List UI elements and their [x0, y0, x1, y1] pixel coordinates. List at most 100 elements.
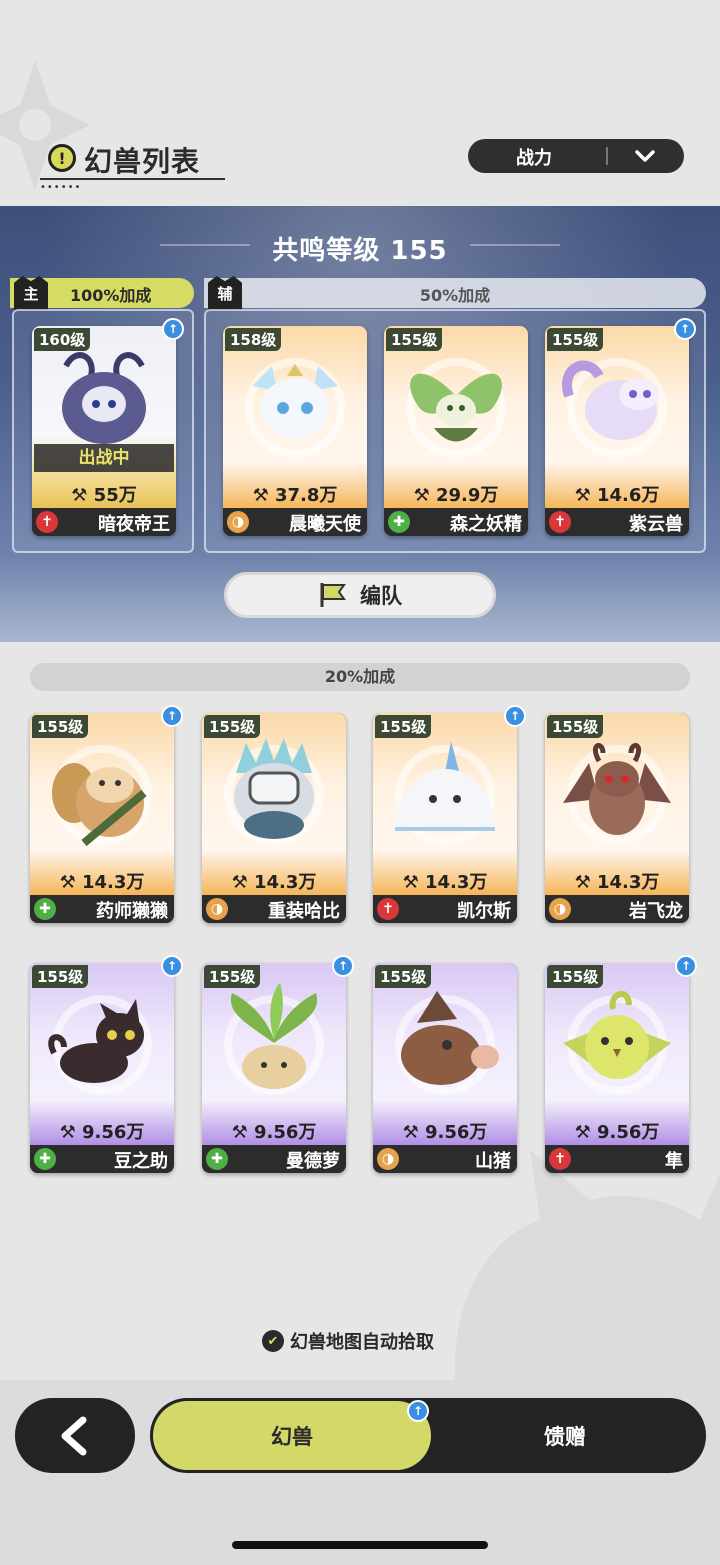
upgrade-arrow-icon[interactable]: ↑ — [674, 318, 696, 340]
upgrade-arrow-icon[interactable]: ↑ — [161, 955, 183, 977]
beast-power-value: 9.56万 — [253, 1122, 317, 1143]
tab-gifts[interactable]: 馈赠 — [450, 1398, 680, 1473]
beast-power-value: 14.6万 — [596, 485, 660, 506]
beast-level: 155级 — [547, 715, 604, 738]
beast-level: 155级 — [204, 715, 261, 738]
beast-power-value: 29.9万 — [435, 485, 499, 506]
beast-art — [202, 713, 346, 895]
beast-power-value: 9.56万 — [424, 1122, 488, 1143]
upgrade-arrow-icon[interactable]: ↑ — [504, 705, 526, 727]
support-role-icon: ✚ — [34, 898, 56, 920]
beast-name-bar: ◑ 岩飞龙 — [545, 895, 689, 923]
beast-art — [384, 326, 528, 508]
beast-name: 隼 — [665, 1151, 683, 1172]
beast-card-pool-2[interactable]: 155级 ⚒ 14.3万 ◑ 重装哈比 — [202, 713, 346, 923]
beast-name-bar: ✝ 凯尔斯 — [373, 895, 517, 923]
beast-name: 晨曦天使 — [289, 514, 361, 535]
sort-dropdown[interactable]: 战力 — [468, 139, 684, 173]
beast-card-main[interactable]: 160级 出战中 ⚒ 55万 ✝ 暗夜帝王 — [32, 326, 176, 536]
beast-card-pool-4[interactable]: 155级 ⚒ 14.3万 ◑ 岩飞龙 — [545, 713, 689, 923]
beast-level: 155级 — [204, 965, 261, 988]
beast-art — [373, 713, 517, 895]
upgrade-arrow-icon: ↑ — [407, 1400, 429, 1422]
upgrade-arrow-icon[interactable]: ↑ — [675, 955, 697, 977]
beast-portrait — [48, 999, 144, 1083]
beast-card-sub-3[interactable]: 155级 ⚒ 14.6万 ✝ 紫云兽 — [545, 326, 689, 536]
beast-power-value: 14.3万 — [424, 872, 488, 893]
beast-power: ⚒ 14.6万 — [574, 485, 660, 506]
sort-label: 战力 — [516, 148, 552, 169]
support-role-icon: ✚ — [206, 1148, 228, 1170]
flag-icon — [320, 583, 346, 607]
beast-art — [223, 326, 367, 508]
beast-power-value: 55万 — [93, 485, 137, 506]
upgrade-arrow-icon[interactable]: ↑ — [332, 955, 354, 977]
beast-art — [30, 713, 174, 895]
beast-name: 凯尔斯 — [457, 901, 511, 922]
auto-pickup-toggle[interactable]: ✔ 幻兽地图自动拾取 — [262, 1328, 482, 1354]
beast-portrait — [52, 763, 147, 847]
beast-portrait — [395, 741, 495, 831]
resonance-level: 共鸣等级 155 — [272, 236, 448, 266]
team-formation-button[interactable]: 编队 — [224, 572, 496, 618]
beast-power: ⚒ 14.3万 — [574, 872, 660, 893]
beast-portrait — [563, 991, 671, 1079]
defense-role-icon: ◑ — [227, 511, 249, 533]
attack-role-icon: ✝ — [36, 511, 58, 533]
beast-card-sub-2[interactable]: 155级 ⚒ 29.9万 ✚ 森之妖精 — [384, 326, 528, 536]
beast-name-bar: ◑ 重装哈比 — [202, 895, 346, 923]
beast-card-pool-1[interactable]: 155级 ⚒ 14.3万 ✚ 药师獭獭 — [30, 713, 174, 923]
sort-divider — [606, 147, 608, 165]
beast-name-bar: ✝ 暗夜帝王 — [32, 508, 176, 536]
beast-power-value: 14.3万 — [596, 872, 660, 893]
support-role-icon: ✚ — [388, 511, 410, 533]
check-icon: ✔ — [262, 1330, 284, 1352]
beast-name: 森之妖精 — [450, 514, 522, 535]
beast-card-pool-5[interactable]: 155级 ⚒ 9.56万 ✚ 豆之助 — [30, 963, 174, 1173]
beast-name: 岩飞龙 — [629, 901, 683, 922]
back-button[interactable] — [15, 1398, 135, 1473]
beast-power: ⚒ 9.56万 — [402, 1122, 488, 1143]
beast-power-value: 14.3万 — [253, 872, 317, 893]
defense-role-icon: ◑ — [377, 1148, 399, 1170]
beast-art — [32, 326, 176, 508]
beast-portrait — [563, 743, 671, 835]
beast-power: ⚒ 14.3万 — [59, 872, 145, 893]
beast-power-value: 14.3万 — [81, 872, 145, 893]
beast-card-pool-6[interactable]: 155级 ⚒ 9.56万 ✚ 曼德萝 — [202, 963, 346, 1173]
sub-bonus: 50%加成 — [419, 286, 491, 305]
alert-icon[interactable]: ! — [48, 144, 76, 172]
beast-name: 豆之助 — [114, 1151, 168, 1172]
support-role-icon: ✚ — [34, 1148, 56, 1170]
upgrade-arrow-icon[interactable]: ↑ — [161, 705, 183, 727]
beast-portrait — [410, 373, 502, 442]
attack-role-icon: ✝ — [549, 1148, 571, 1170]
beast-name-bar: ✝ 紫云兽 — [545, 508, 689, 536]
beast-art — [202, 963, 346, 1145]
main-slot-tag: 主 100%加成 — [10, 276, 194, 310]
beast-level: 155级 — [386, 328, 443, 351]
deployed-status: 出战中 — [34, 444, 174, 472]
beast-card-pool-7[interactable]: 155级 ⚒ 9.56万 ◑ 山猪 — [373, 963, 517, 1173]
beast-card-pool-3[interactable]: 155级 ⚒ 14.3万 ✝ 凯尔斯 — [373, 713, 517, 923]
auto-pickup-label: 幻兽地图自动拾取 — [290, 1332, 434, 1353]
beast-power: ⚒ 55万 — [71, 485, 137, 506]
sub-slot-tag: 辅 50%加成 — [204, 276, 706, 310]
beast-card-sub-1[interactable]: 158级 ⚒ 37.8万 ◑ 晨曦天使 — [223, 326, 367, 536]
beast-level: 155级 — [547, 328, 604, 351]
page-title: ! 幻兽列表 •••••• — [40, 138, 230, 193]
beast-name: 曼德萝 — [286, 1151, 340, 1172]
beast-power: ⚒ 9.56万 — [231, 1122, 317, 1143]
home-indicator — [232, 1541, 488, 1549]
resonance-panel: 共鸣等级 155 主 100%加成 辅 50%加成 160级 出战中 ⚒ 55万… — [0, 206, 720, 642]
beast-power-value: 9.56万 — [81, 1122, 145, 1143]
beast-name: 山猪 — [475, 1151, 511, 1172]
beast-art — [30, 963, 174, 1145]
beast-power: ⚒ 9.56万 — [59, 1122, 145, 1143]
tab-beasts[interactable]: 幻兽 — [153, 1401, 431, 1470]
upgrade-arrow-icon[interactable]: ↑ — [162, 318, 184, 340]
attack-role-icon: ✝ — [549, 511, 571, 533]
beast-portrait — [62, 352, 146, 444]
beast-power: ⚒ 37.8万 — [252, 485, 338, 506]
beast-card-pool-8[interactable]: 155级 ⚒ 9.56万 ✝ 隼 — [545, 963, 689, 1173]
